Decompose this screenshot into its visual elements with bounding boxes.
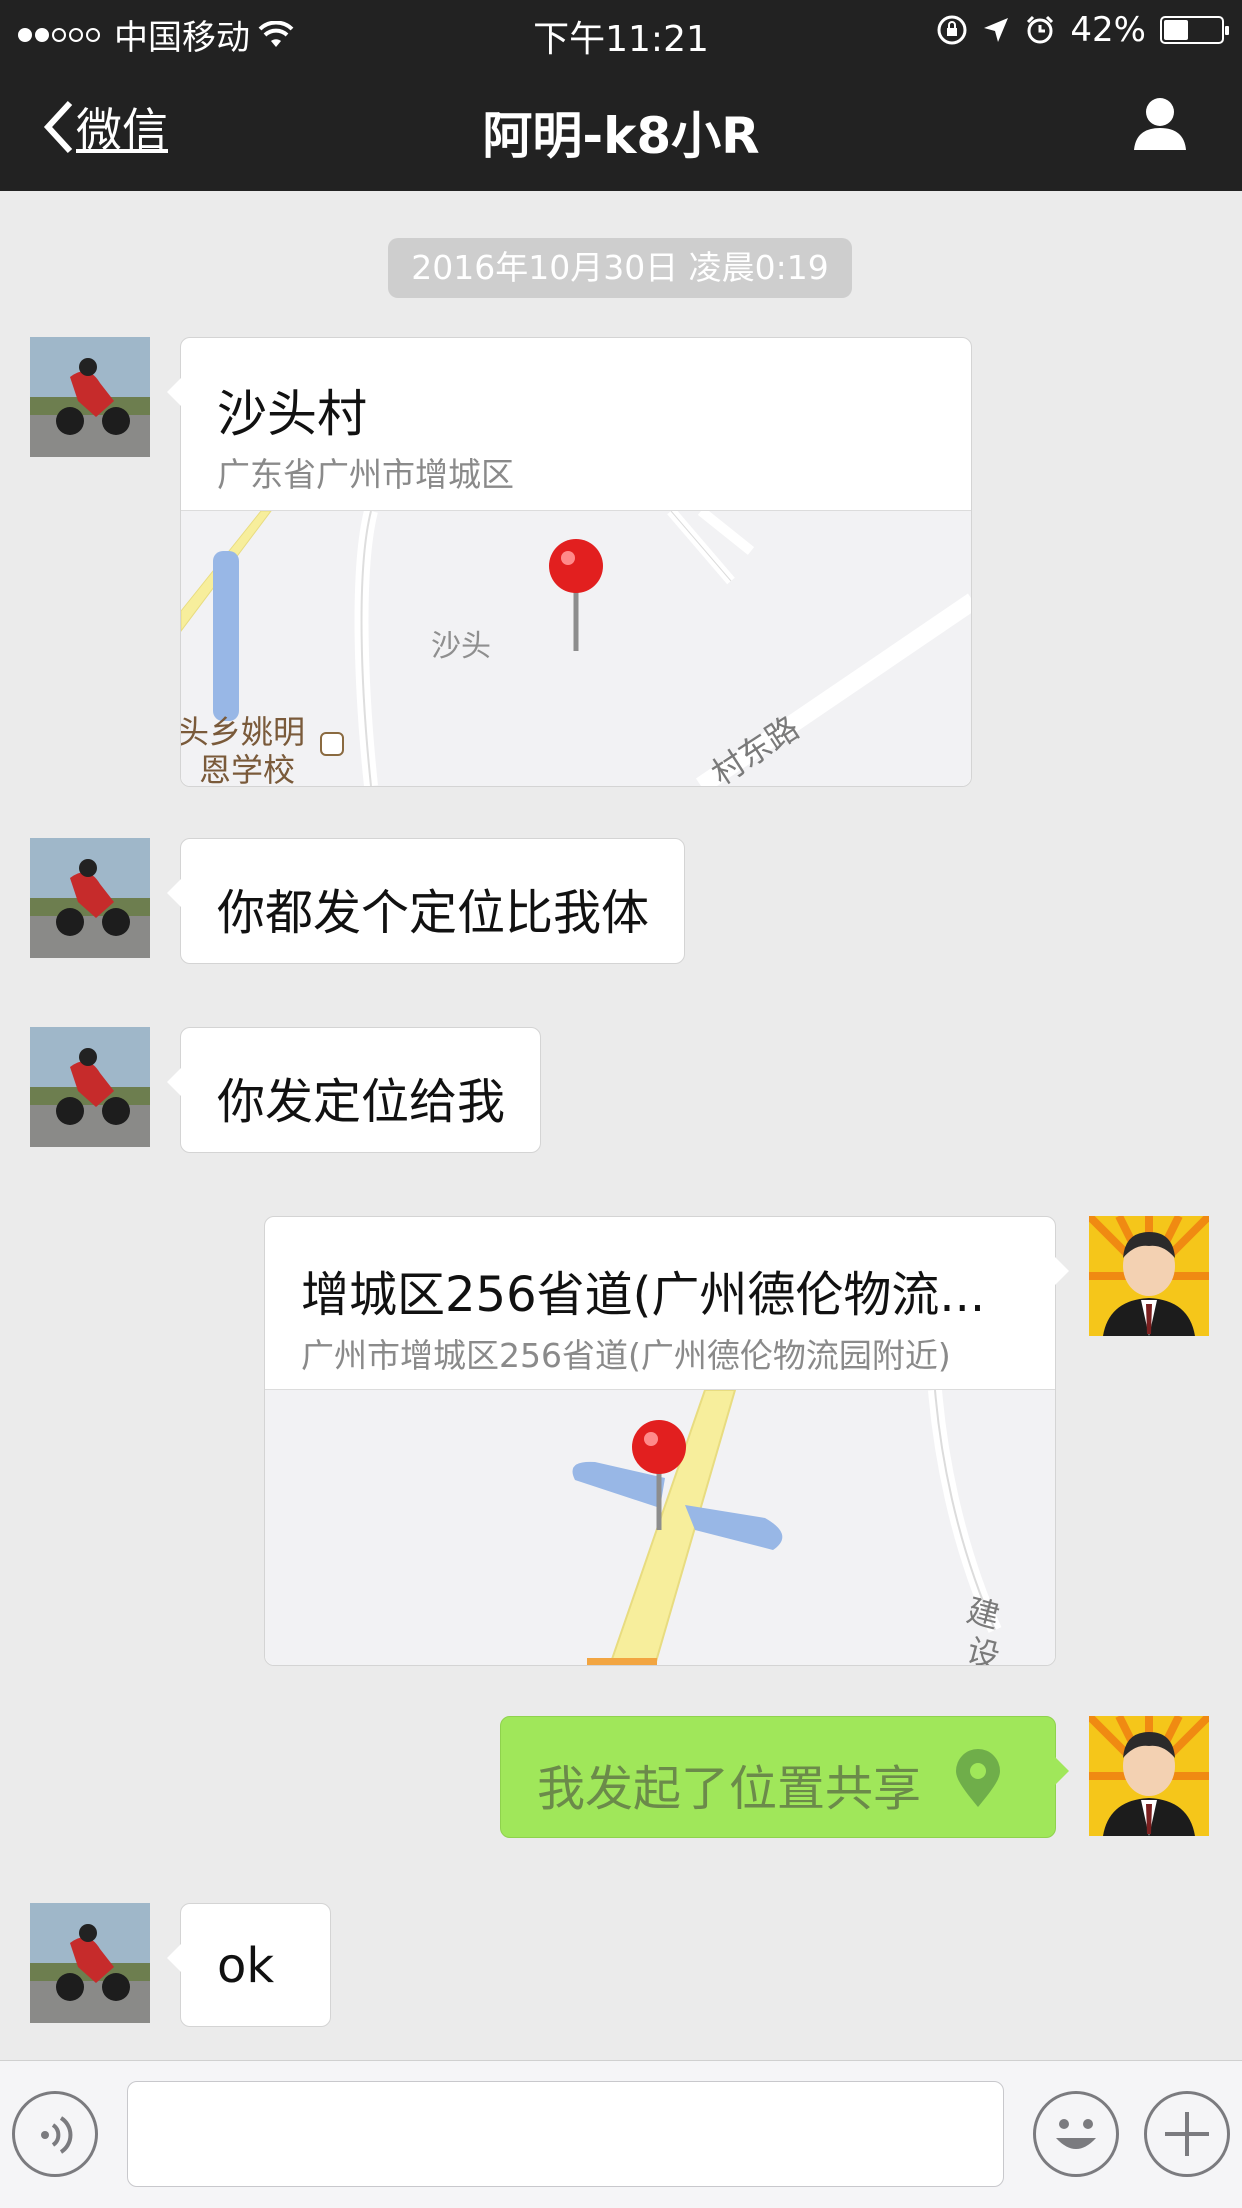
more-button[interactable] [1144, 2091, 1230, 2177]
chat-info-icon[interactable] [1130, 96, 1190, 152]
message-text: 你都发个定位比我体 [217, 885, 650, 941]
message-text: 你发定位给我 [217, 1074, 506, 1130]
input-bar [0, 2060, 1242, 2208]
location-message[interactable]: 沙头村 广东省广州市增城区 沙头 头乡姚明 恩学校 村东路 [167, 337, 972, 787]
location-map[interactable]: 沙头 头乡姚明 恩学校 村东路 [181, 510, 971, 786]
location-message[interactable]: 增城区256省道(广州德伦物流... 广州市增城区256省道(广州德伦物流园附近… [264, 1216, 1069, 1666]
contact-avatar[interactable] [30, 838, 150, 958]
text-message[interactable]: 你发定位给我 [167, 1027, 541, 1153]
contact-avatar[interactable] [30, 337, 150, 457]
message-text: ok [217, 1938, 275, 1994]
text-message[interactable]: ok [167, 1903, 331, 2027]
location-map[interactable]: 建 设 [265, 1389, 1055, 1665]
message-text: 我发起了位置共享 [537, 1761, 922, 1817]
emoji-button[interactable] [1033, 2091, 1119, 2177]
location-address: 广东省广州市增城区 [217, 455, 514, 494]
location-arrow-icon [984, 18, 1009, 42]
location-title: 增城区256省道(广州德伦物流... [301, 1267, 986, 1323]
map-label-school-1: 头乡姚明 [181, 713, 305, 751]
my-avatar[interactable] [1089, 1716, 1209, 1836]
contact-avatar[interactable] [30, 1903, 150, 2023]
message-input[interactable] [127, 2081, 1004, 2187]
plus-icon [1165, 2112, 1209, 2156]
my-avatar[interactable] [1089, 1216, 1209, 1336]
battery-icon [1160, 16, 1229, 44]
alarm-icon [1027, 15, 1054, 44]
map-label-school-2: 恩学校 [199, 751, 295, 786]
rotation-lock-icon [937, 15, 967, 45]
location-pin-icon [956, 1749, 1000, 1807]
chat-timestamp: 2016年10月30日 凌晨0:19 [388, 238, 852, 298]
location-title: 沙头村 [217, 385, 367, 443]
contact-avatar[interactable] [30, 1027, 150, 1147]
location-share-message[interactable]: 我发起了位置共享 [500, 1716, 1069, 1838]
chat-title: 阿明-k8小R [482, 107, 760, 165]
text-message[interactable]: 你都发个定位比我体 [167, 838, 685, 964]
voice-icon [41, 2116, 73, 2154]
voice-button[interactable] [12, 2091, 98, 2177]
map-label-shatou: 沙头 [431, 629, 491, 664]
battery-percent: 42% [1070, 10, 1146, 50]
emoji-icon [1056, 2119, 1096, 2149]
status-right: 42% [936, 10, 1229, 50]
top-bar: 中国移动 下午11:21 42% 微信 阿明-k8小R [0, 0, 1242, 191]
status-bar: 中国移动 下午11:21 42% [0, 0, 1242, 60]
location-address: 广州市增城区256省道(广州德伦物流园附近) [301, 1336, 951, 1375]
navigation-bar: 微信 阿明-k8小R [0, 60, 1242, 191]
